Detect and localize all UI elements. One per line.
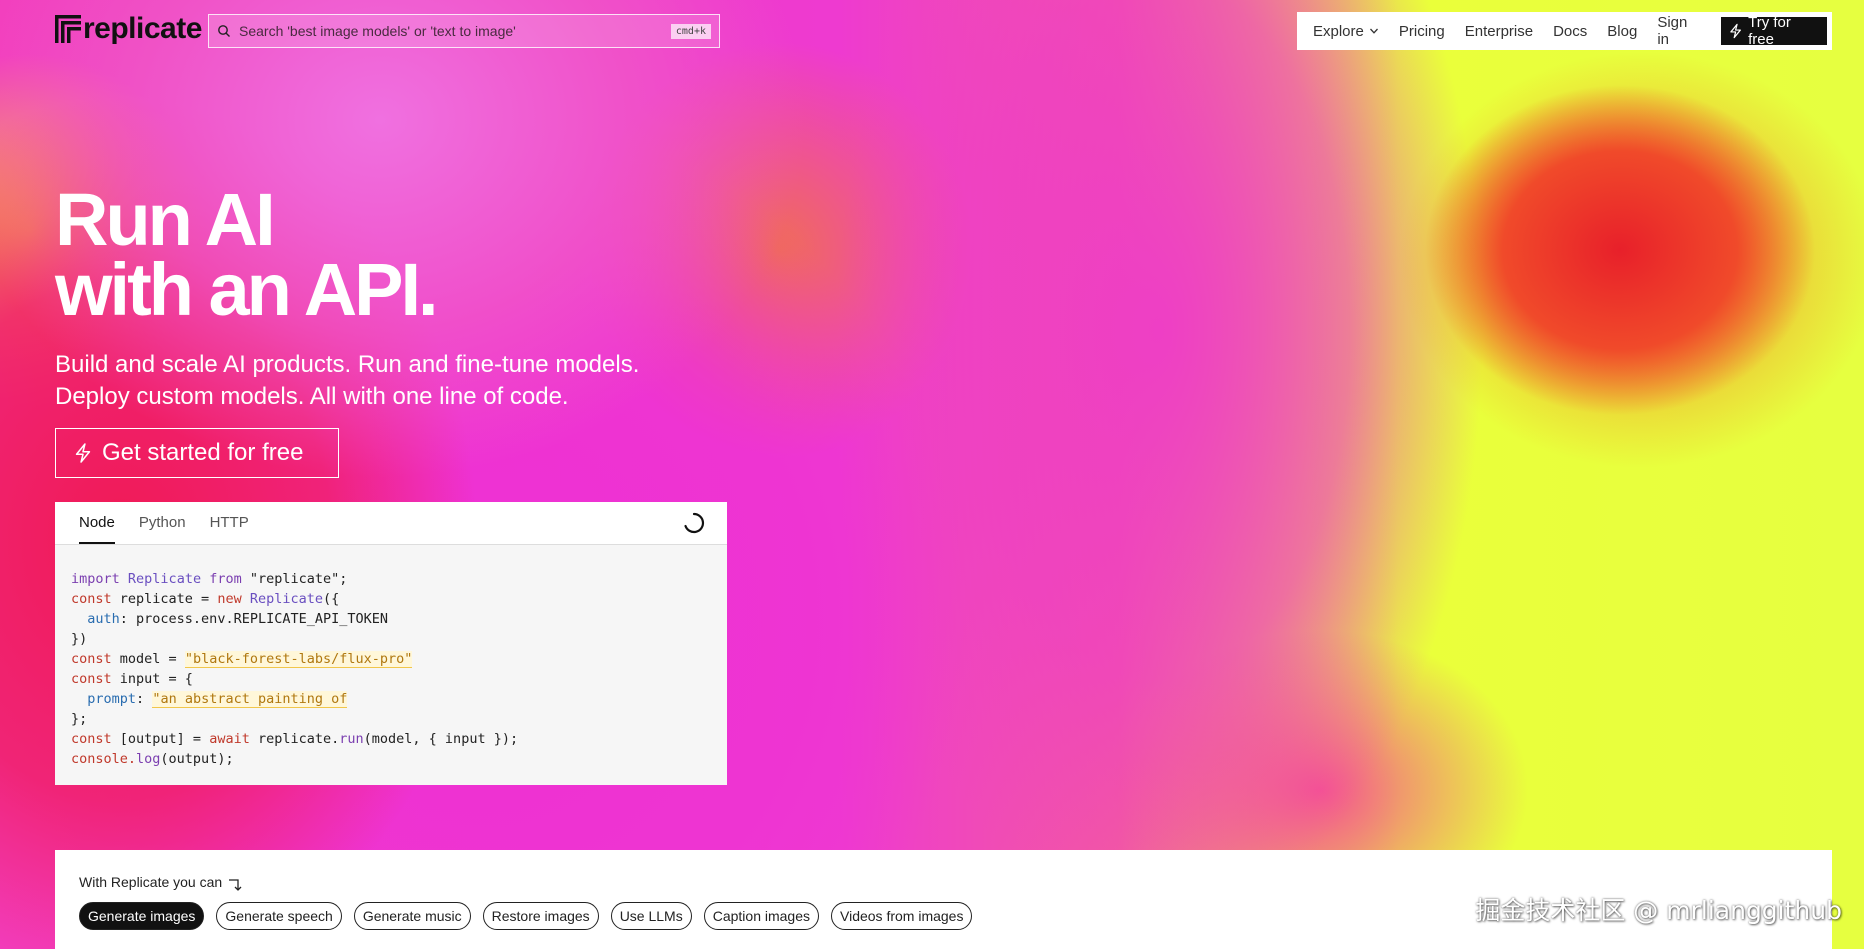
tab-http[interactable]: HTTP: [210, 502, 249, 544]
get-started-button[interactable]: Get started for free: [55, 428, 339, 478]
code-token: Replicate: [127, 571, 202, 587]
code-token: const: [71, 671, 112, 687]
watermark: 掘金技术社区 @ mrlianggithub: [1475, 896, 1842, 925]
code-token: (output);: [160, 751, 234, 767]
chip-caption-images[interactable]: Caption images: [703, 902, 819, 930]
code-token: : process.env.REPLICATE_API_TOKEN: [119, 611, 388, 627]
code-token: const: [71, 591, 112, 607]
code-token: ({: [323, 591, 340, 607]
hero-title-line-1: Run AI: [55, 178, 276, 261]
lightning-icon: [75, 443, 91, 463]
code-token: [output] =: [119, 731, 202, 747]
code-token: prompt: [87, 691, 137, 707]
nav-blog[interactable]: Blog: [1607, 23, 1637, 40]
code-token: "replicate";: [249, 571, 348, 587]
code-token: console.: [71, 751, 137, 767]
replicate-logo-icon: [55, 15, 81, 43]
code-token: from: [209, 571, 242, 587]
tab-python[interactable]: Python: [139, 502, 186, 544]
try-for-free-label: Try for free: [1748, 14, 1791, 48]
language-tabs: Node Python HTTP: [55, 502, 727, 545]
capabilities-chips: Generate images Generate speech Generate…: [79, 902, 973, 930]
capabilities-label-text: With Replicate you can: [79, 874, 223, 890]
search-shortcut-badge: cmd+k: [670, 23, 711, 39]
top-nav: Explore Pricing Enterprise Docs Blog Sig…: [1297, 12, 1832, 50]
code-token: replicate.: [257, 731, 340, 747]
nav-pricing[interactable]: Pricing: [1399, 23, 1445, 40]
capabilities-label: With Replicate you can: [79, 872, 242, 892]
code-token: }): [71, 631, 88, 647]
hero-subtitle: Build and scale AI products. Run and fin…: [55, 349, 639, 413]
chip-generate-images[interactable]: Generate images: [79, 902, 205, 930]
page: replicate cmd+k Explore Pricing Enterpri…: [0, 0, 1864, 949]
chip-generate-music[interactable]: Generate music: [353, 902, 471, 930]
code-token: run: [339, 731, 364, 747]
hero-subtitle-line-2: Deploy custom models. All with one line …: [55, 383, 569, 410]
nav-explore-label: Explore: [1313, 22, 1364, 40]
code-token: Replicate: [249, 591, 324, 607]
search-bar[interactable]: cmd+k: [208, 14, 720, 48]
loading-spinner-icon: [684, 512, 705, 534]
code-token: await: [209, 731, 250, 747]
code-token: :: [136, 691, 145, 707]
code-token: const: [71, 651, 112, 667]
search-icon: [218, 25, 230, 37]
chip-generate-speech[interactable]: Generate speech: [216, 902, 342, 930]
code-example-card: Node Python HTTP import Replicate from "…: [55, 502, 727, 785]
chevron-down-icon: [1369, 28, 1378, 34]
code-token: log: [136, 751, 161, 767]
brand-logo[interactable]: replicate: [55, 14, 202, 44]
hero-title-line-2: with an API.: [55, 248, 439, 331]
brand-name: replicate: [83, 12, 202, 45]
code-token: const: [71, 731, 112, 747]
code-token: replicate =: [119, 591, 210, 607]
chip-videos-from-images[interactable]: Videos from images: [831, 902, 973, 930]
code-string-model[interactable]: "black-forest-labs/flux-pro": [184, 651, 413, 668]
code-token: (model, { input });: [363, 731, 519, 747]
try-for-free-button[interactable]: Try for free: [1720, 14, 1827, 48]
code-token: import: [71, 571, 120, 587]
code-token: };: [71, 711, 88, 727]
arrow-down-right-icon: [229, 879, 242, 891]
lightning-icon: [1730, 23, 1741, 39]
search-input[interactable]: [239, 23, 671, 39]
code-token: model =: [119, 651, 177, 667]
code-token: new: [217, 591, 242, 607]
code-token: input = {: [119, 671, 193, 687]
nav-explore[interactable]: Explore: [1313, 23, 1379, 40]
get-started-label: Get started for free: [102, 439, 304, 466]
nav-sign-in[interactable]: Sign in: [1657, 14, 1701, 48]
hero-title: Run AI with an API.: [55, 178, 439, 331]
nav-enterprise[interactable]: Enterprise: [1465, 23, 1533, 40]
tab-node[interactable]: Node: [79, 502, 115, 544]
chip-restore-images[interactable]: Restore images: [482, 902, 599, 930]
code-block: import Replicate from "replicate"; const…: [55, 545, 727, 769]
chip-use-llms[interactable]: Use LLMs: [610, 902, 692, 930]
hero-subtitle-line-1: Build and scale AI products. Run and fin…: [55, 351, 640, 378]
nav-docs[interactable]: Docs: [1553, 23, 1587, 40]
code-token: auth: [87, 611, 120, 627]
code-string-prompt[interactable]: "an abstract painting of: [152, 691, 348, 708]
